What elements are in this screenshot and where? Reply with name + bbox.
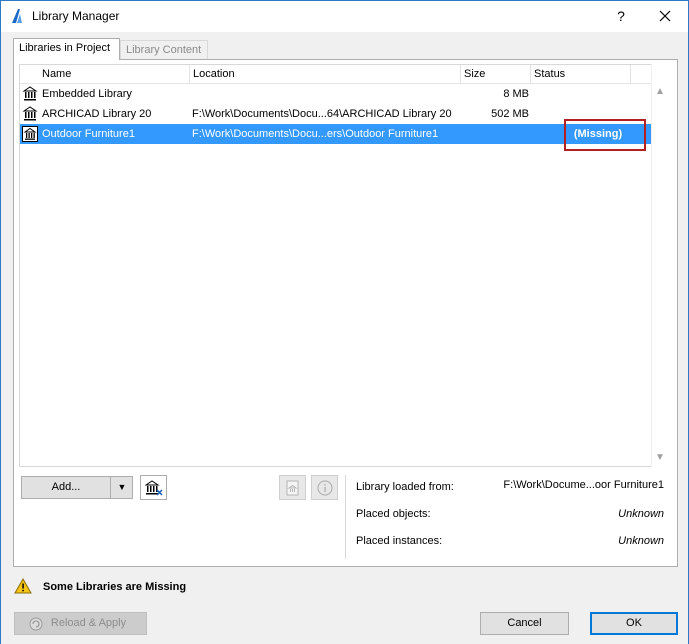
loaded-from-value: F:\Work\Docume...oor Furniture1 [503,479,664,491]
reload-apply-label: Reload & Apply [50,617,127,629]
loaded-from-label: Library loaded from: [356,481,454,493]
ok-button[interactable]: OK [590,612,678,635]
scroll-up-icon[interactable]: ▲ [652,84,668,100]
tab-libraries-in-project[interactable]: Libraries in Project [13,38,120,60]
add-button[interactable]: Add... [22,477,111,498]
library-location [192,84,460,104]
library-location: F:\Work\Documents\Docu...ers\Outdoor Fur… [192,128,439,140]
list-header: Name Location Size Status [20,65,651,84]
remove-library-button[interactable] [140,475,167,500]
library-row[interactable]: Embedded Library 8 MB [20,84,651,104]
tab-library-content[interactable]: Library Content [120,40,208,61]
column-header-location[interactable]: Location [190,65,461,84]
library-size [461,124,529,144]
library-icon [22,104,40,124]
column-header-name[interactable]: Name [39,65,190,84]
window-title: Library Manager [32,9,120,23]
info-icon [317,480,333,496]
scroll-down-icon[interactable]: ▼ [652,450,668,466]
column-header-size[interactable]: Size [461,65,531,84]
library-document-icon [286,480,299,496]
remove-library-icon [145,480,163,496]
library-location: F:\Work\Documents\Docu...64\ARCHICAD Lib… [192,108,452,120]
library-row-selected[interactable]: Outdoor Furniture1 F:\Work\Documents\Doc… [20,124,651,144]
info-divider [345,475,346,559]
warning-icon [14,577,32,597]
close-icon [659,10,671,22]
reload-apply-button[interactable]: Reload & Apply [14,612,147,635]
library-icon [22,84,40,104]
library-list[interactable]: Name Location Size Status Embedded Libra… [19,64,652,467]
library-row[interactable]: ARCHICAD Library 20 F:\Work\Documents\Do… [20,104,651,124]
library-name: Outdoor Furniture1 [42,128,135,140]
library-name: Embedded Library [42,88,132,100]
placed-objects-value: Unknown [618,508,664,520]
library-name: ARCHICAD Library 20 [42,108,152,120]
missing-libraries-warning: Some Libraries are Missing [43,581,187,593]
reload-library-button[interactable] [279,475,306,500]
placed-instances-label: Placed instances: [356,535,443,547]
missing-status-highlight [564,119,646,151]
placed-objects-label: Placed objects: [356,508,431,520]
reload-icon [29,617,43,631]
close-button[interactable] [643,1,687,32]
add-library-split-button: Add... ▼ [21,476,133,499]
library-info-button[interactable] [311,475,338,500]
archicad-app-icon [9,8,25,24]
library-status [550,84,646,104]
list-scrollbar[interactable]: ▲ ▼ [651,64,667,467]
placed-instances-value: Unknown [618,535,664,547]
library-size: 502 MB [491,108,529,120]
library-icon [22,124,40,144]
library-manager-window: Library Manager ? Library Content Librar… [0,0,689,644]
add-dropdown-arrow-icon[interactable]: ▼ [111,477,133,498]
help-button[interactable]: ? [601,1,641,32]
library-size: 8 MB [503,88,529,100]
title-bar: Library Manager ? [1,1,688,32]
cancel-button[interactable]: Cancel [480,612,569,635]
column-header-status[interactable]: Status [531,65,631,84]
